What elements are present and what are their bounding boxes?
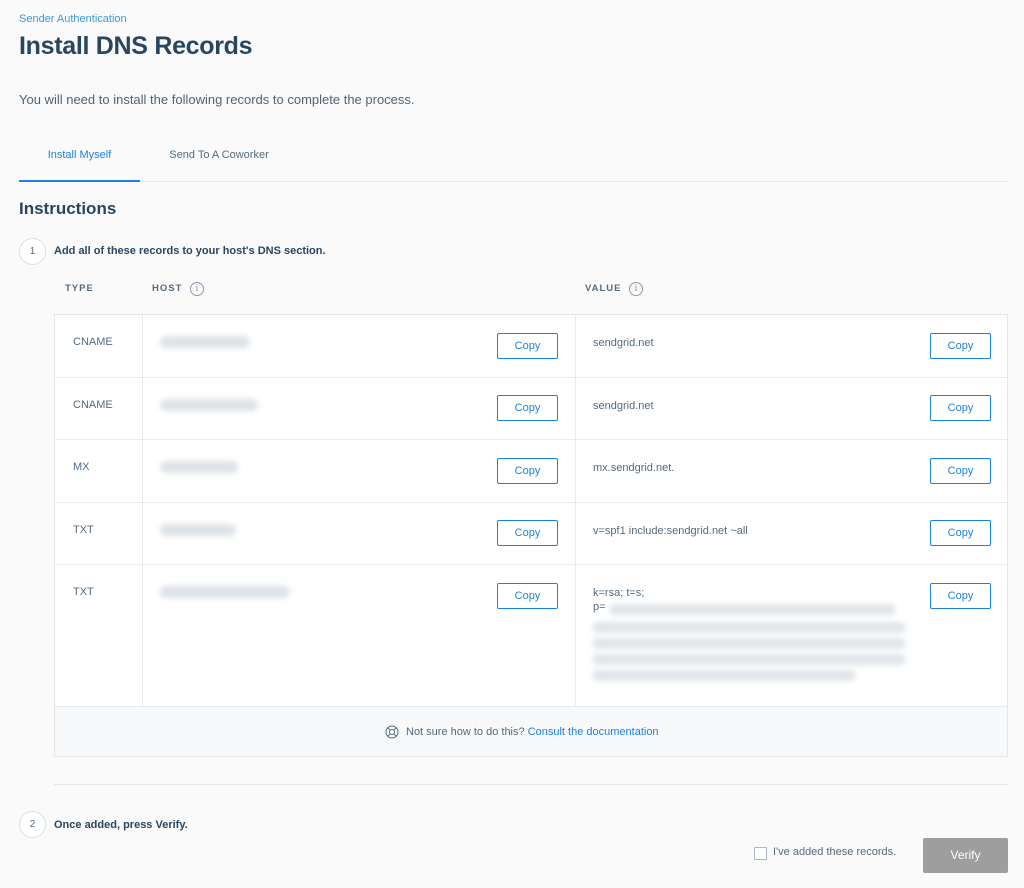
host-info-icon[interactable]: i [190, 282, 204, 296]
table-row: MX Copy mx.sendgrid.net. Copy [55, 440, 1007, 503]
column-header-host: HOST [152, 283, 183, 294]
record-type: TXT [73, 586, 94, 598]
instructions-title: Instructions [19, 199, 117, 218]
copy-value-button[interactable]: Copy [930, 395, 991, 421]
record-type: CNAME [73, 336, 113, 348]
tab-install-myself[interactable]: Install Myself [19, 136, 140, 182]
record-value: mx.sendgrid.net. [593, 462, 675, 474]
table-row: TXT Copy v=spf1 include:sendgrid.net ~al… [55, 503, 1007, 565]
dkim-key-redacted-1 [610, 604, 895, 615]
records-added-checkbox[interactable] [754, 847, 767, 860]
record-value: v=spf1 include:sendgrid.net ~all [593, 525, 748, 537]
table-footer: Not sure how to do this? Consult the doc… [55, 706, 1007, 756]
record-type: TXT [73, 524, 94, 536]
dkim-value-line-1: k=rsa; t=s; [593, 587, 645, 599]
step-2-circle: 2 [19, 811, 46, 838]
copy-host-button[interactable]: Copy [497, 458, 558, 484]
record-type: CNAME [73, 399, 113, 411]
record-value: sendgrid.net [593, 400, 654, 412]
help-text: Not sure how to do this? Consult the doc… [406, 726, 659, 738]
copy-host-button[interactable]: Copy [497, 395, 558, 421]
breadcrumb[interactable]: Sender Authentication [19, 13, 127, 25]
record-host-redacted [160, 586, 290, 598]
step-1-text: Add all of these records to your host's … [54, 245, 326, 257]
table-row: CNAME Copy sendgrid.net Copy [55, 378, 1007, 440]
copy-host-button[interactable]: Copy [497, 520, 558, 546]
dkim-key-redacted-2 [593, 622, 905, 633]
column-header-type: TYPE [65, 283, 94, 294]
copy-host-button[interactable]: Copy [497, 333, 558, 359]
page-title: Install DNS Records [19, 32, 253, 60]
verify-button[interactable]: Verify [923, 838, 1008, 873]
page-subtitle: You will need to install the following r… [19, 92, 415, 107]
record-host-redacted [160, 461, 238, 473]
record-host-redacted [160, 399, 258, 411]
dkim-key-redacted-3 [593, 638, 905, 649]
record-host-redacted [160, 524, 236, 536]
documentation-link[interactable]: Consult the documentation [528, 726, 659, 738]
dkim-key-redacted-5 [593, 670, 855, 681]
dns-records-table: CNAME Copy sendgrid.net Copy CNAME Copy … [54, 314, 1008, 757]
table-row: CNAME Copy sendgrid.net Copy [55, 315, 1007, 378]
value-info-icon[interactable]: i [629, 282, 643, 296]
lifebuoy-icon [385, 725, 399, 739]
help-prompt: Not sure how to do this? [406, 726, 525, 738]
step-2-text: Once added, press Verify. [54, 819, 188, 831]
dkim-key-redacted-4 [593, 654, 905, 665]
copy-value-button[interactable]: Copy [930, 520, 991, 546]
section-divider [54, 784, 1008, 785]
column-header-value: VALUE [585, 283, 622, 294]
records-added-label[interactable]: I've added these records. [773, 846, 896, 858]
table-row: TXT Copy k=rsa; t=s; p= Copy [55, 565, 1007, 706]
record-host-redacted [160, 336, 250, 348]
tab-bar: Install Myself Send To A Coworker [19, 136, 1007, 182]
step-1-circle: 1 [19, 238, 46, 265]
copy-value-button[interactable]: Copy [930, 458, 991, 484]
record-type: MX [73, 461, 90, 473]
tab-send-to-coworker[interactable]: Send To A Coworker [150, 136, 288, 182]
copy-value-button[interactable]: Copy [930, 583, 991, 609]
copy-host-button[interactable]: Copy [497, 583, 558, 609]
record-value: sendgrid.net [593, 337, 654, 349]
copy-value-button[interactable]: Copy [930, 333, 991, 359]
